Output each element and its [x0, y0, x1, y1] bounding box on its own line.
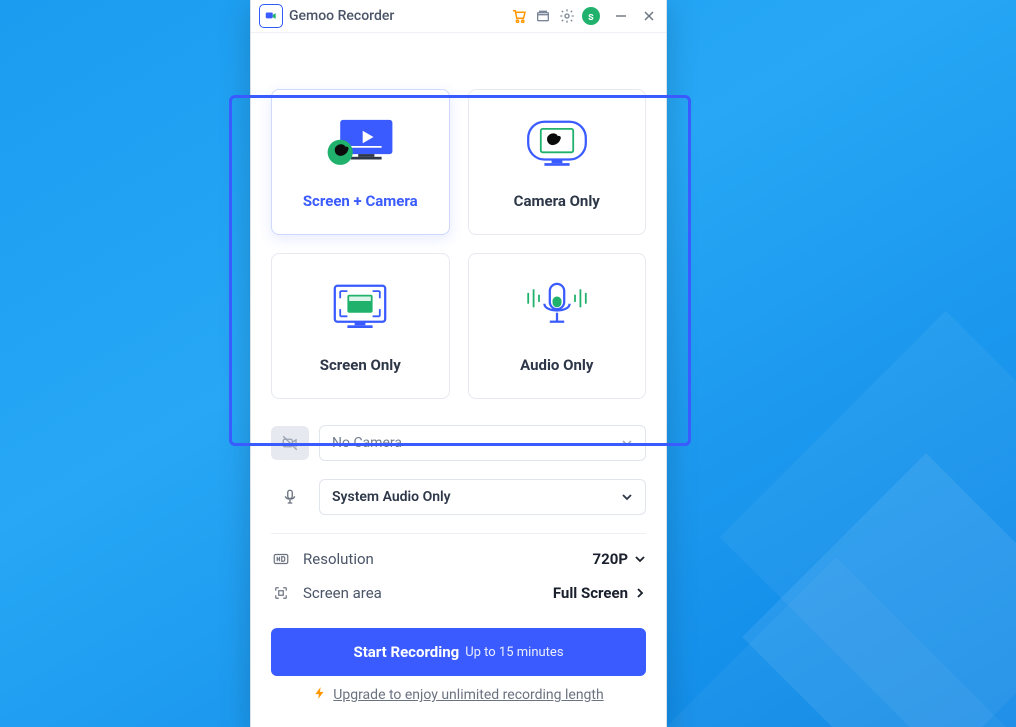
divider	[271, 533, 646, 534]
screen-camera-icon	[315, 114, 405, 178]
start-button-sub: Up to 15 minutes	[465, 645, 563, 660]
screen-area-label: Screen area	[303, 584, 541, 602]
start-recording-button[interactable]: Start Recording Up to 15 minutes	[271, 628, 646, 676]
chevron-down-icon	[621, 437, 633, 449]
camera-select-value: No Camera	[332, 435, 402, 451]
mode-label: Screen + Camera	[303, 192, 418, 210]
resolution-value[interactable]: 720P	[593, 550, 647, 568]
start-button-main: Start Recording	[353, 643, 459, 661]
close-button[interactable]	[642, 9, 656, 23]
camera-select[interactable]: No Camera	[319, 425, 646, 461]
video-library-icon[interactable]	[534, 7, 552, 25]
desktop-background: Gemoo Recorder s	[0, 0, 1016, 727]
camera-row: No Camera	[271, 425, 646, 461]
cart-icon[interactable]	[510, 7, 528, 25]
camera-only-icon	[512, 114, 602, 178]
mode-screen-only[interactable]: Screen Only	[271, 253, 450, 399]
audio-select-value: System Audio Only	[332, 489, 451, 505]
crop-icon	[271, 583, 291, 603]
mode-grid: Screen + Camera Camera Only	[271, 89, 646, 399]
chevron-down-icon	[621, 491, 633, 503]
resolution-row: Resolution 720P	[271, 542, 646, 576]
screen-only-icon	[315, 278, 405, 342]
upgrade-link[interactable]: Upgrade to enjoy unlimited recording len…	[333, 687, 603, 703]
screen-area-value[interactable]: Full Screen	[553, 584, 646, 602]
upgrade-row: Upgrade to enjoy unlimited recording len…	[271, 686, 646, 704]
hd-icon	[271, 549, 291, 569]
mode-label: Audio Only	[520, 356, 593, 374]
mode-label: Camera Only	[514, 192, 600, 210]
screen-area-row: Screen area Full Screen	[271, 576, 646, 610]
minimize-button[interactable]	[614, 9, 628, 23]
user-avatar[interactable]: s	[582, 7, 600, 25]
mode-camera-only[interactable]: Camera Only	[468, 89, 647, 235]
audio-only-icon	[512, 278, 602, 342]
app-logo-icon	[259, 4, 283, 28]
app-window: Gemoo Recorder s	[250, 0, 667, 727]
bolt-icon	[313, 686, 327, 704]
title-bar: Gemoo Recorder s	[251, 0, 666, 33]
mode-label: Screen Only	[320, 356, 401, 374]
camera-off-icon	[271, 426, 309, 460]
microphone-icon	[271, 480, 309, 514]
chevron-right-icon	[634, 587, 646, 599]
mode-screen-camera[interactable]: Screen + Camera	[271, 89, 450, 235]
chevron-down-icon	[634, 553, 646, 565]
audio-select[interactable]: System Audio Only	[319, 479, 646, 515]
audio-row: System Audio Only	[271, 479, 646, 515]
app-title: Gemoo Recorder	[289, 8, 394, 24]
gear-icon[interactable]	[558, 7, 576, 25]
mode-audio-only[interactable]: Audio Only	[468, 253, 647, 399]
resolution-label: Resolution	[303, 550, 581, 568]
